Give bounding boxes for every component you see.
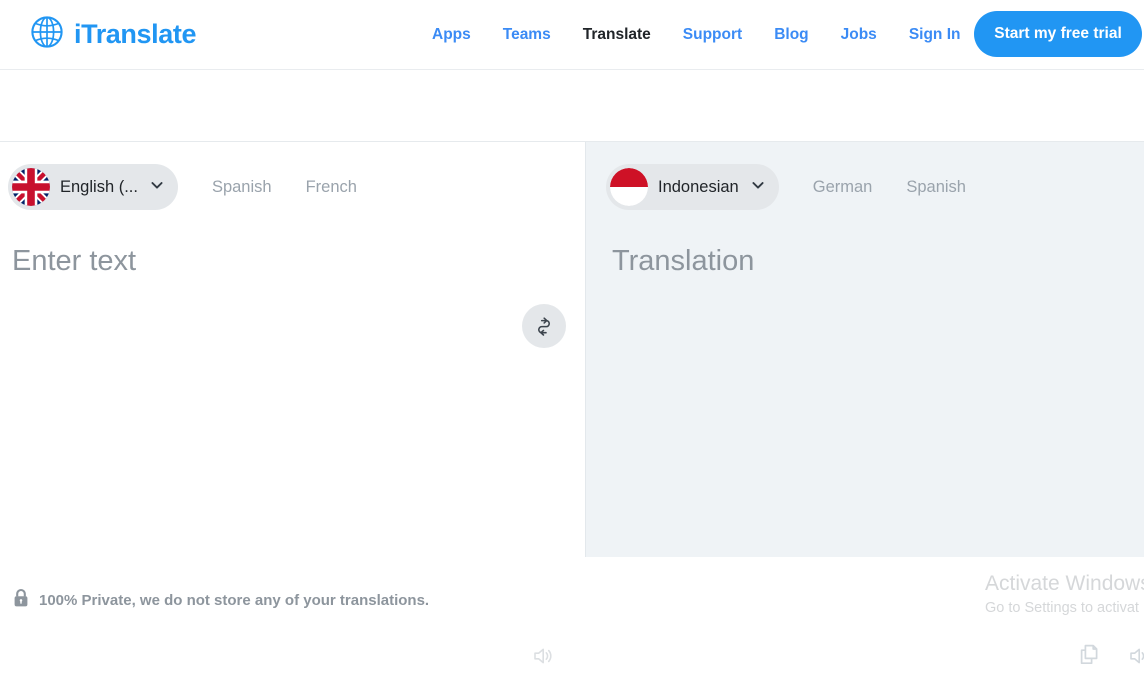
nav-link-jobs[interactable]: Jobs xyxy=(825,26,893,44)
source-panel: English (... Spanish French Enter text xyxy=(0,142,586,557)
source-language-row: English (... Spanish French xyxy=(8,164,357,210)
swap-arrows-icon xyxy=(533,314,555,339)
target-language-selector[interactable]: Indonesian xyxy=(606,164,779,210)
nav-link-apps[interactable]: Apps xyxy=(432,26,487,44)
lock-icon xyxy=(12,588,30,613)
chevron-down-icon xyxy=(751,178,765,197)
target-language-alt-spanish[interactable]: Spanish xyxy=(906,178,966,197)
translator-widget: English (... Spanish French Enter text I… xyxy=(0,142,1144,665)
footer: 100% Private, we do not store any of you… xyxy=(0,558,1144,640)
brand-logo[interactable]: iTranslate xyxy=(30,15,196,54)
target-language-alt-german[interactable]: German xyxy=(813,178,873,197)
target-placeholder: Translation xyxy=(612,245,755,277)
source-language-alt-french[interactable]: French xyxy=(306,178,357,197)
privacy-note: 100% Private, we do not store any of you… xyxy=(12,588,429,613)
privacy-text: 100% Private, we do not store any of you… xyxy=(39,592,430,609)
target-copy-icon[interactable] xyxy=(1076,642,1102,673)
brand-name: iTranslate xyxy=(74,19,197,49)
nav-link-sign-in[interactable]: Sign In xyxy=(893,26,977,44)
target-language-label: Indonesian xyxy=(658,177,739,196)
nav-link-translate[interactable]: Translate xyxy=(567,26,667,44)
flag-indonesia-icon xyxy=(610,168,648,206)
hero-band xyxy=(0,71,1144,142)
target-speaker-icon[interactable] xyxy=(1127,644,1144,673)
chevron-down-icon xyxy=(150,178,164,197)
source-placeholder: Enter text xyxy=(12,245,137,277)
source-language-selector[interactable]: English (... xyxy=(8,164,178,210)
globe-icon xyxy=(30,15,64,54)
nav-link-blog[interactable]: Blog xyxy=(758,26,824,44)
source-speaker-icon[interactable] xyxy=(531,644,555,673)
source-language-alt-spanish[interactable]: Spanish xyxy=(212,178,272,197)
nav-link-teams[interactable]: Teams xyxy=(487,26,567,44)
source-language-label: English (... xyxy=(60,177,138,196)
target-language-row: Indonesian German Spanish xyxy=(606,164,966,210)
top-navigation-bar: iTranslate Apps Teams Translate Support … xyxy=(0,0,1144,70)
flag-uk-icon xyxy=(12,168,50,206)
swap-languages-button[interactable] xyxy=(522,304,566,348)
start-free-trial-button[interactable]: Start my free trial xyxy=(974,11,1142,57)
nav-link-list: Apps Teams Translate Support Blog Jobs S… xyxy=(432,26,976,44)
nav-link-support[interactable]: Support xyxy=(667,26,758,44)
